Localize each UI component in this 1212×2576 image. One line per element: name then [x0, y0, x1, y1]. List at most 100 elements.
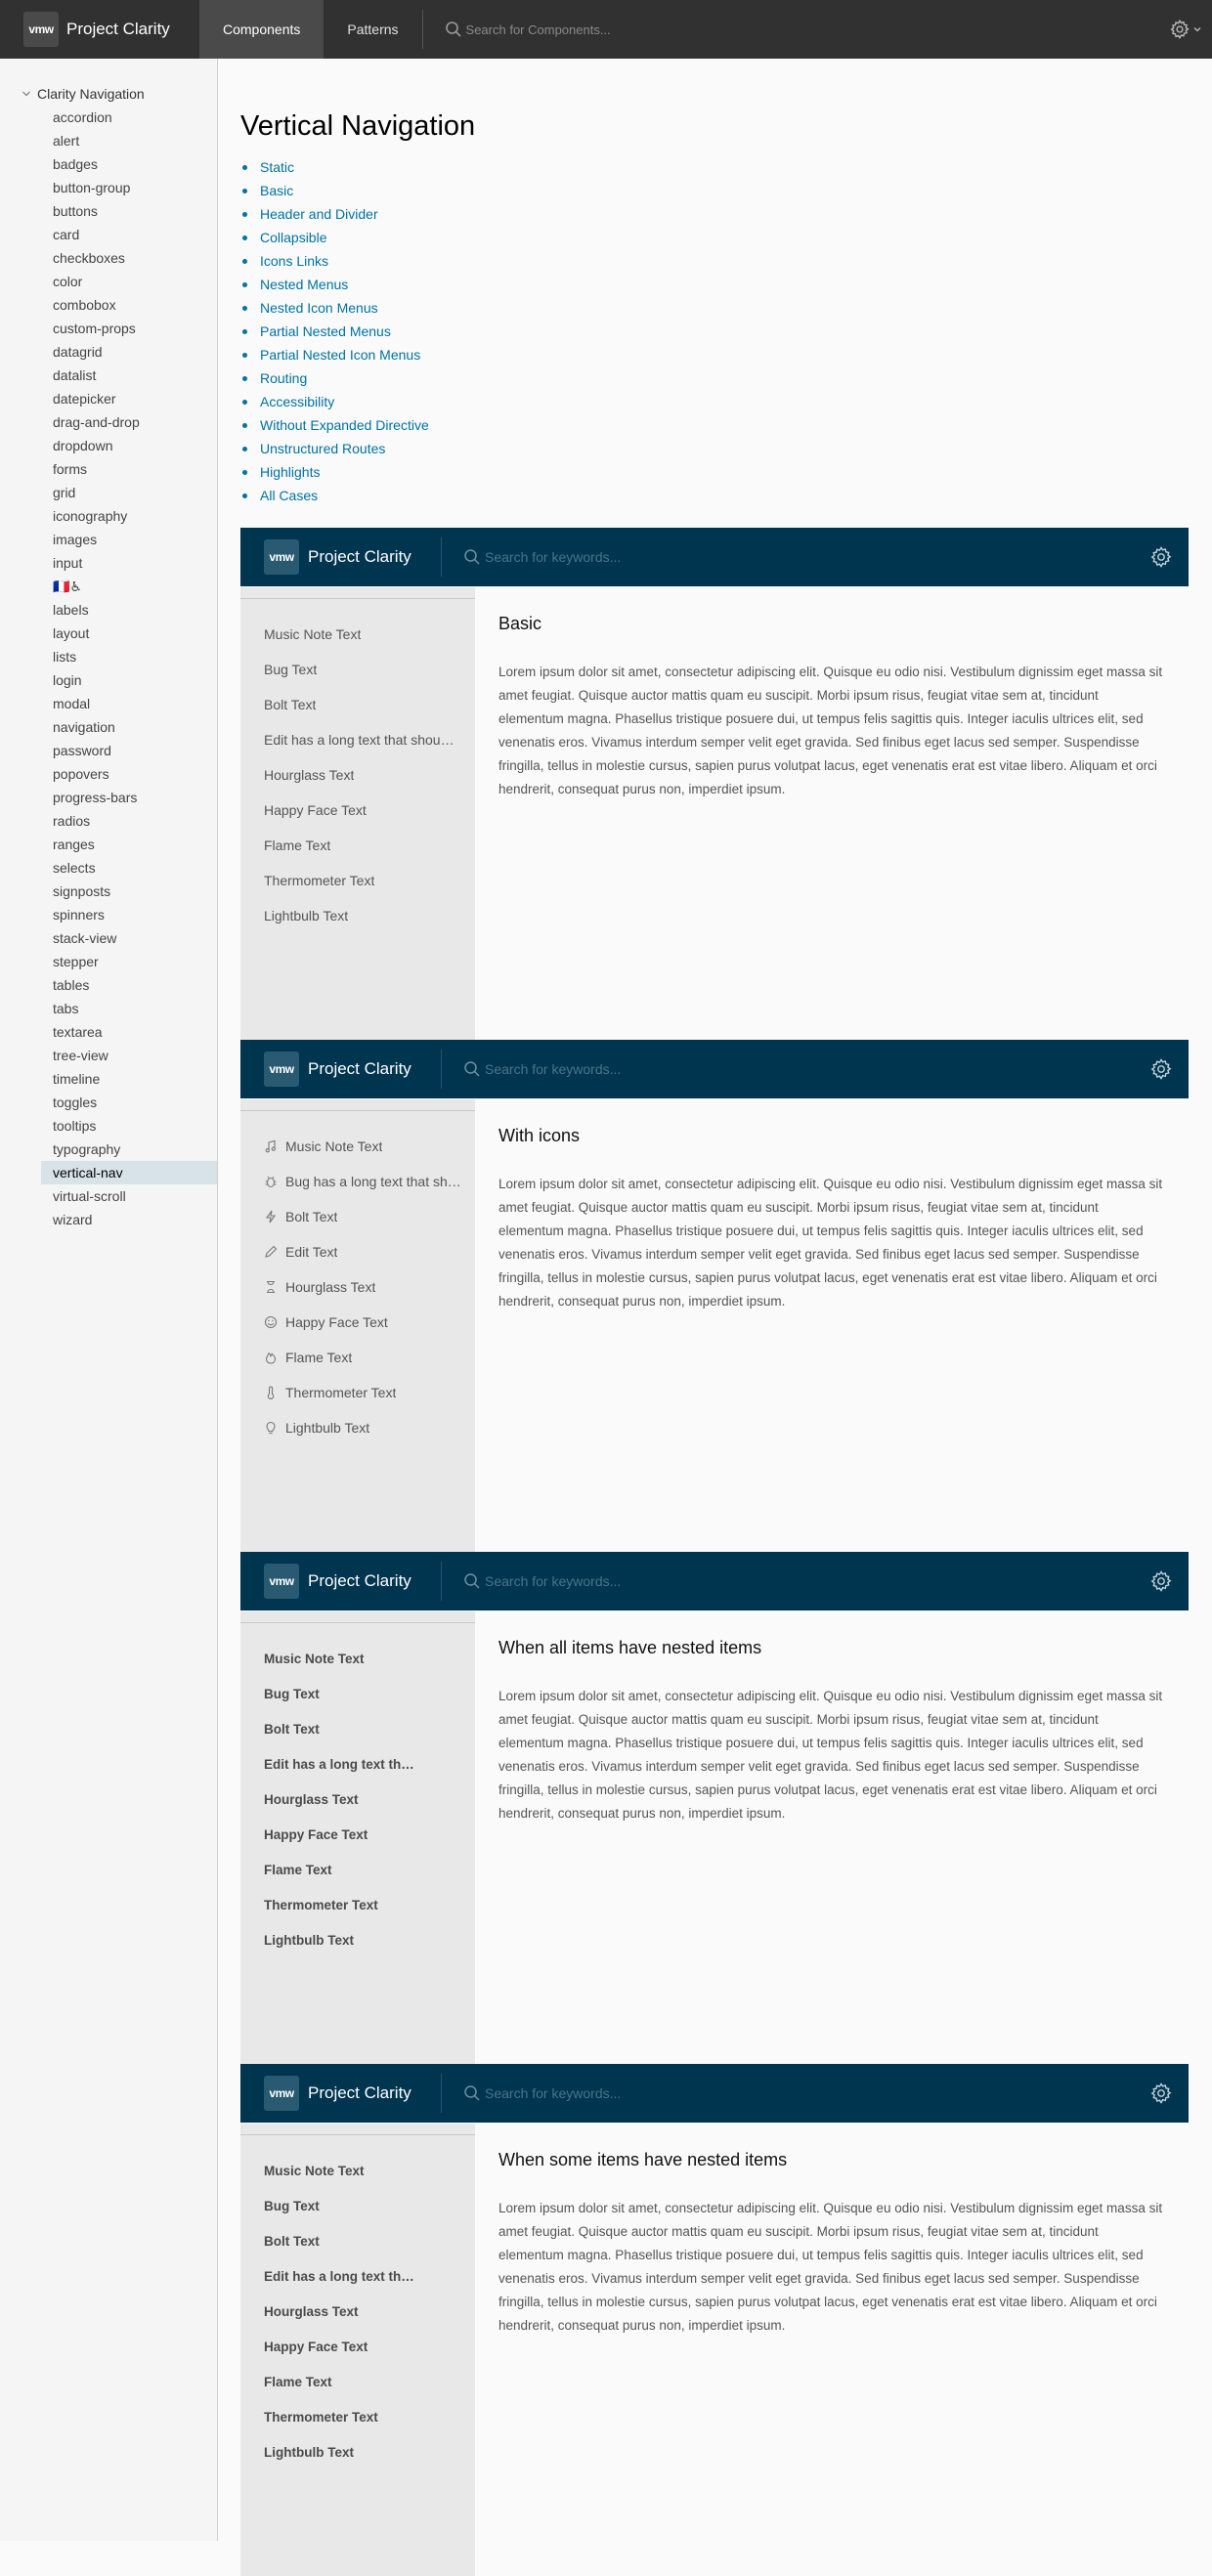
sidebar-item-toggles[interactable]: toggles [0, 1091, 217, 1114]
sidebar-item-signposts[interactable]: signposts [0, 880, 217, 903]
sidebar-item-tables[interactable]: tables [0, 973, 217, 997]
sidebar-item-wizard[interactable]: wizard [0, 1208, 217, 1231]
vertical-nav-link[interactable]: Edit has a long text that should be trun… [240, 2258, 475, 2294]
sidebar-item-button-group[interactable]: button-group [0, 176, 217, 199]
vertical-nav-link[interactable]: Flame Text [240, 828, 475, 863]
toc-link[interactable]: All Cases [260, 488, 318, 503]
vertical-nav-link[interactable]: Edit has a long text that should be trun… [240, 1746, 475, 1782]
sidebar-item-dropdown[interactable]: dropdown [0, 434, 217, 457]
sidebar-item-modal[interactable]: modal [0, 692, 217, 715]
sidebar-item-stack-view[interactable]: stack-view [0, 926, 217, 950]
vertical-nav-link[interactable]: Thermometer Text [240, 2399, 475, 2434]
vertical-nav-link[interactable]: Thermometer Text [240, 1375, 475, 1410]
vertical-nav-link[interactable]: Bug Text [240, 1676, 475, 1711]
sidebar-item-virtual-scroll[interactable]: virtual-scroll [0, 1184, 217, 1208]
sidebar-item-color[interactable]: color [0, 270, 217, 293]
sidebar-item-input[interactable]: input [0, 551, 217, 575]
vertical-nav-link[interactable]: Happy Face Text [240, 1817, 475, 1852]
vertical-nav-link[interactable]: Bug Text [240, 2188, 475, 2223]
brand[interactable]: vmw Project Clarity [0, 0, 199, 59]
sidebar-item-vertical-nav[interactable]: vertical-nav [41, 1161, 217, 1184]
sidebar-item-buttons[interactable]: buttons [0, 199, 217, 223]
tab-patterns[interactable]: Patterns [324, 0, 421, 59]
sidebar-item-card[interactable]: card [0, 223, 217, 246]
demo-settings-button[interactable] [1149, 1057, 1173, 1081]
sidebar-item-custom-props[interactable]: custom-props [0, 317, 217, 340]
demo-search-input[interactable] [485, 549, 739, 565]
sidebar-item-tree-view[interactable]: tree-view [0, 1044, 217, 1067]
demo-brand[interactable]: vmw Project Clarity [240, 1052, 441, 1087]
toc-link[interactable]: Highlights [260, 464, 320, 480]
sidebar-item-i18n-a11y[interactable]: 🇫🇷♿ [0, 575, 217, 598]
sidebar-item-spinners[interactable]: spinners [0, 903, 217, 926]
toc-link[interactable]: Header and Divider [260, 206, 378, 222]
vertical-nav-link[interactable]: Flame Text [240, 1340, 475, 1375]
toc-link[interactable]: Without Expanded Directive [260, 417, 429, 433]
sidebar-item-datalist[interactable]: datalist [0, 364, 217, 387]
vertical-nav-link[interactable]: Happy Face Text [240, 793, 475, 828]
sidebar-group-header[interactable]: Clarity Navigation [0, 82, 217, 106]
demo-settings-button[interactable] [1149, 1569, 1173, 1593]
demo-brand[interactable]: vmw Project Clarity [240, 539, 441, 575]
vertical-nav-link[interactable]: Lightbulb Text [240, 2434, 475, 2469]
toc-link[interactable]: Unstructured Routes [260, 441, 385, 456]
sidebar-item-lists[interactable]: lists [0, 645, 217, 668]
sidebar-item-selects[interactable]: selects [0, 856, 217, 880]
toc-link[interactable]: Nested Menus [260, 277, 348, 292]
vertical-nav-link[interactable]: Hourglass Text [240, 1782, 475, 1817]
sidebar-item-badges[interactable]: badges [0, 152, 217, 176]
sidebar-item-forms[interactable]: forms [0, 457, 217, 481]
vertical-nav-link[interactable]: Music Note Text [240, 1641, 475, 1676]
toc-link[interactable]: Accessibility [260, 394, 334, 409]
sidebar-item-popovers[interactable]: popovers [0, 762, 217, 786]
sidebar-item-labels[interactable]: labels [0, 598, 217, 622]
sidebar-item-textarea[interactable]: textarea [0, 1020, 217, 1044]
sidebar-item-tooltips[interactable]: tooltips [0, 1114, 217, 1138]
sidebar-item-layout[interactable]: layout [0, 622, 217, 645]
sidebar-item-images[interactable]: images [0, 528, 217, 551]
demo-brand[interactable]: vmw Project Clarity [240, 1564, 441, 1599]
sidebar-item-password[interactable]: password [0, 739, 217, 762]
demo-search-input[interactable] [485, 1061, 739, 1077]
toc-link[interactable]: Basic [260, 183, 293, 198]
demo-search-input[interactable] [485, 2085, 739, 2101]
sidebar-item-navigation[interactable]: navigation [0, 715, 217, 739]
vertical-nav-link[interactable]: Flame Text [240, 2364, 475, 2399]
sidebar-item-accordion[interactable]: accordion [0, 106, 217, 129]
toc-link[interactable]: Nested Icon Menus [260, 300, 378, 316]
vertical-nav-link[interactable]: Lightbulb Text [240, 1922, 475, 1957]
vertical-nav-link[interactable]: Music Note Text [240, 1129, 475, 1164]
sidebar-item-ranges[interactable]: ranges [0, 833, 217, 856]
sidebar-item-tabs[interactable]: tabs [0, 997, 217, 1020]
vertical-nav-link[interactable]: Bolt Text [240, 2223, 475, 2258]
sidebar-item-timeline[interactable]: timeline [0, 1067, 217, 1091]
demo-settings-button[interactable] [1149, 545, 1173, 569]
sidebar-item-stepper[interactable]: stepper [0, 950, 217, 973]
vertical-nav-link[interactable]: Music Note Text [240, 2153, 475, 2188]
tab-components[interactable]: Components [199, 0, 325, 59]
vertical-nav-link[interactable]: Bolt Text [240, 687, 475, 722]
vertical-nav-link[interactable]: Edit Text [240, 1234, 475, 1269]
vertical-nav-link[interactable]: Flame Text [240, 1852, 475, 1887]
toc-link[interactable]: Collapsible [260, 230, 326, 245]
sidebar-item-radios[interactable]: radios [0, 809, 217, 833]
sidebar-item-datepicker[interactable]: datepicker [0, 387, 217, 410]
vertical-nav-link[interactable]: Thermometer Text [240, 1887, 475, 1922]
sidebar-item-checkboxes[interactable]: checkboxes [0, 246, 217, 270]
vertical-nav-link[interactable]: Thermometer Text [240, 863, 475, 898]
vertical-nav-link[interactable]: Bug Text [240, 652, 475, 687]
toc-link[interactable]: Partial Nested Menus [260, 323, 391, 339]
vertical-nav-link[interactable]: Edit has a long text that should be trun… [240, 722, 475, 757]
vertical-nav-link[interactable]: Bolt Text [240, 1199, 475, 1234]
demo-settings-button[interactable] [1149, 2082, 1173, 2105]
demo-search-input[interactable] [485, 1573, 739, 1589]
toc-link[interactable]: Icons Links [260, 253, 328, 269]
vertical-nav-link[interactable]: Lightbulb Text [240, 898, 475, 933]
vertical-nav-link[interactable]: Happy Face Text [240, 2329, 475, 2364]
toc-link[interactable]: Routing [260, 370, 307, 386]
vertical-nav-link[interactable]: Bolt Text [240, 1711, 475, 1746]
sidebar-item-alert[interactable]: alert [0, 129, 217, 152]
vertical-nav-link[interactable]: Lightbulb Text [240, 1410, 475, 1445]
vertical-nav-link[interactable]: Bug has a long text that should be trunc… [240, 1164, 475, 1199]
sidebar-item-combobox[interactable]: combobox [0, 293, 217, 317]
